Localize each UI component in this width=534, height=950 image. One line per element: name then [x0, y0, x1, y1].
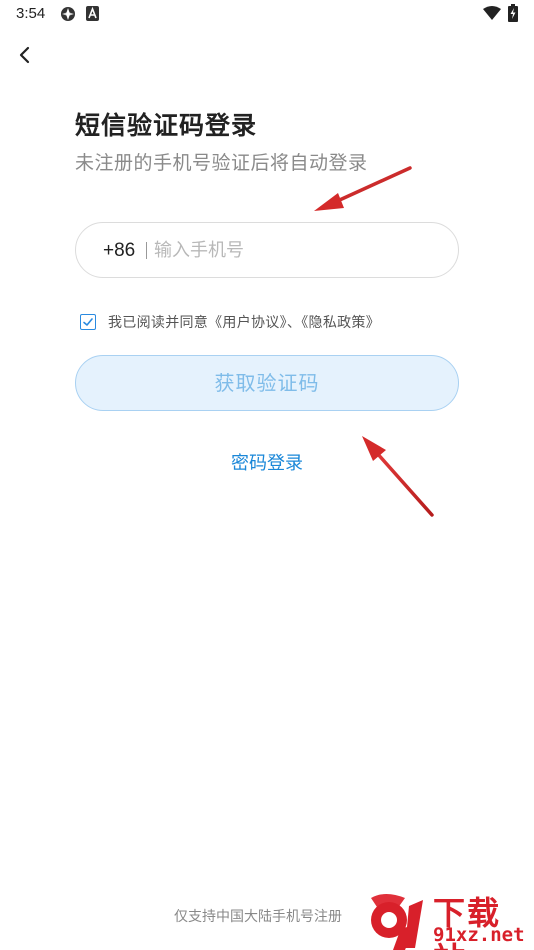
notification-a-icon — [86, 6, 99, 21]
page-subtitle: 未注册的手机号验证后将自动登录 — [75, 152, 368, 174]
phone-input[interactable] — [154, 233, 444, 267]
password-login-link[interactable]: 密码登录 — [0, 449, 534, 475]
page-title: 短信验证码登录 — [75, 111, 258, 140]
back-button[interactable] — [12, 40, 40, 70]
agreement-checkbox[interactable] — [80, 314, 96, 330]
watermark-domain: 91xz.net — [433, 924, 525, 946]
agreement-row: 我已阅读并同意《用户协议》、《隐私政策》 — [80, 312, 380, 332]
footer-note: 仅支持中国大陆手机号注册 — [174, 909, 342, 925]
get-code-button[interactable]: 获取验证码 — [75, 355, 459, 411]
agreement-text: 我已阅读并同意《用户协议》、《隐私政策》 — [108, 312, 380, 332]
arrow-to-password-login-icon — [362, 436, 434, 517]
country-code-divider — [146, 242, 147, 259]
phone-field[interactable]: +86 — [75, 222, 459, 278]
privacy-policy-link[interactable]: 《隐私政策》 — [301, 315, 380, 331]
annotation-arrows — [314, 166, 434, 517]
country-code[interactable]: +86 — [103, 240, 135, 262]
agreement-separator: 、 — [286, 315, 302, 331]
status-bar: 3:54 — [0, 0, 534, 28]
check-icon — [83, 318, 93, 326]
status-time: 3:54 — [16, 5, 46, 22]
sync-icon — [60, 6, 76, 22]
chevron-left-icon — [19, 46, 30, 64]
user-agreement-link[interactable]: 《用户协议》 — [208, 315, 287, 331]
wifi-icon — [483, 6, 501, 21]
agreement-prefix: 我已阅读并同意 — [108, 315, 209, 331]
battery-charging-icon — [508, 4, 518, 22]
watermark-logo-icon — [371, 894, 423, 950]
watermark: 下载站 91xz.net — [365, 890, 534, 950]
